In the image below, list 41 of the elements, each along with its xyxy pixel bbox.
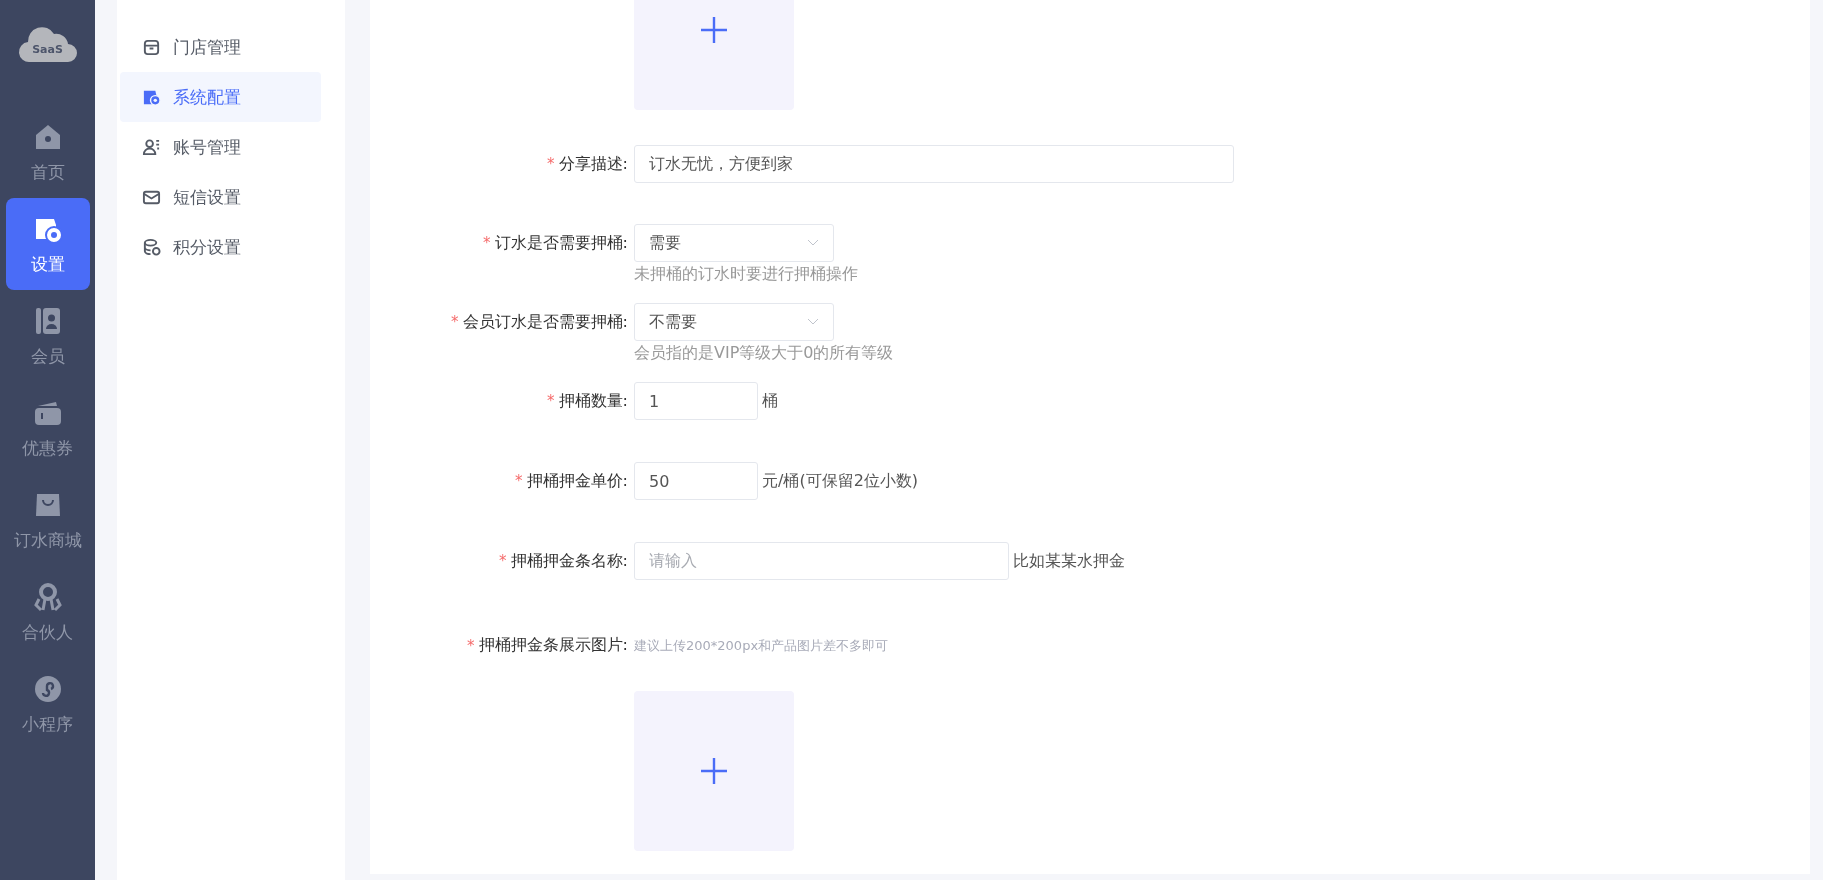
field-label: 押桶押金单价: [526,470,628,492]
field-hint: 未押桶的订水时要进行押桶操作 [634,264,858,285]
upload-tip: 建议上传200*200px和产品图片差不多即可 [634,636,889,655]
chevron-down-icon [807,318,819,326]
logo-text: SaaS [31,43,64,56]
submenu-item[interactable]: 门店管理 [120,22,321,72]
unit-text: 元/桶(可保留2位小数) [762,470,919,492]
unit-text: 比如某某水押金 [1013,550,1125,572]
submenu-item[interactable]: 账号管理 [120,122,321,172]
field-label: 分享描述: [558,153,628,175]
chevron-down-icon [807,239,819,247]
nav-item[interactable]: 设置 [5,198,90,290]
required-mark: * [467,636,475,655]
plus-icon [700,757,728,785]
text-input[interactable]: 订水无忧，方便到家 [634,145,1234,183]
number-input[interactable]: 1 [634,382,758,420]
image-upload-button[interactable] [634,691,794,851]
coins-icon [142,237,161,257]
required-mark: * [499,552,507,570]
field-label: 押桶数量: [558,390,628,412]
field-hint: 会员指的是VIP等级大于0的所有等级 [634,343,894,364]
required-mark: * [547,155,555,173]
required-mark: * [483,234,491,252]
submenu-item[interactable]: 积分设置 [120,222,321,272]
field-label: 订水是否需要押桶: [494,232,628,254]
user-list-icon [142,137,161,157]
submenu-item[interactable]: 系统配置 [120,72,321,122]
field-label: 押桶押金条名称: [510,550,628,572]
select-dropdown[interactable]: 不需要 [634,303,834,341]
people-icon [31,580,64,613]
box-icon [142,37,161,57]
select-dropdown[interactable]: 需要 [634,224,834,262]
number-input[interactable]: 50 [634,462,758,500]
unit-text: 桶 [762,390,778,412]
required-mark: * [451,313,459,331]
plus-icon [700,16,728,44]
submenu-item[interactable]: 短信设置 [120,172,321,222]
field-label: 会员订水是否需要押桶: [462,311,628,333]
field-label: 押桶押金条展示图片: [478,635,628,656]
required-mark: * [547,392,555,410]
required-mark: * [515,472,523,490]
